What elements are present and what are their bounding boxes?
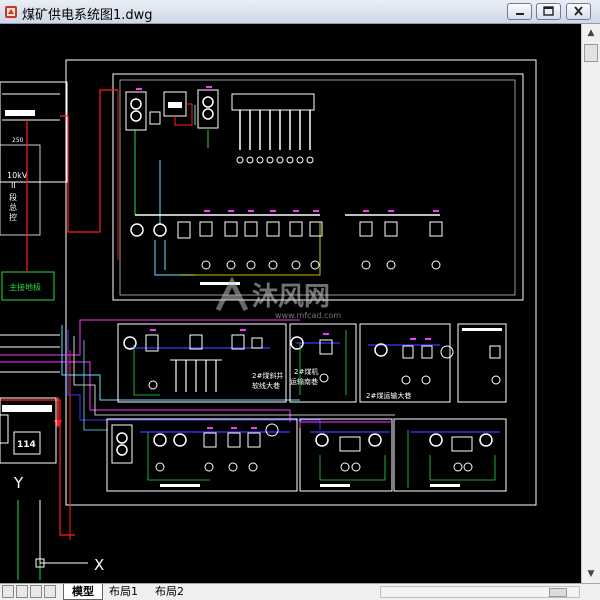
- prev-tab-nav-icon[interactable]: [16, 585, 28, 598]
- minimize-icon: [516, 13, 524, 15]
- ucs-x-label: X: [94, 556, 104, 574]
- feeder-lines: [239, 110, 311, 150]
- restore-icon: [543, 6, 554, 16]
- layout-tab-bar: 模型 布局1 布局2: [0, 583, 600, 600]
- mid-center-caption-1: 2#煤机: [294, 367, 318, 376]
- panel-frame-lower: [0, 144, 41, 236]
- section-char-2: 总: [9, 202, 17, 212]
- top-inner-frame: [119, 79, 516, 296]
- scroll-up-icon[interactable]: ▲: [582, 24, 600, 42]
- switchgear-row-1: [130, 221, 443, 239]
- restore-button[interactable]: [536, 3, 561, 20]
- mid-center-caption-2: 运输南巷: [290, 377, 318, 386]
- watermark: 沐风网 www.mfcad.com: [215, 276, 341, 320]
- mid-left-caption-1: 2#煤斜井: [252, 371, 283, 380]
- ucs-icon: Y X: [13, 474, 104, 574]
- feeder-loads: [236, 156, 314, 164]
- dwg-file-icon: [5, 6, 17, 18]
- tab-layout2[interactable]: 布局2: [151, 584, 201, 600]
- busbar-top: [231, 93, 315, 111]
- first-tab-nav-icon[interactable]: [2, 585, 14, 598]
- section-char-1: 段: [9, 192, 17, 202]
- watermark-url: www.mfcad.com: [275, 311, 341, 320]
- title-bar: 煤矿供电系统图1.dwg: [0, 0, 600, 24]
- section-char-3: 控: [9, 212, 17, 222]
- mid-far-right-section: [457, 323, 507, 403]
- watermark-text: 沐风网: [252, 282, 330, 312]
- close-icon: [574, 6, 583, 16]
- green-box-label: 主接地极: [9, 282, 41, 292]
- vertical-scroll-thumb[interactable]: [584, 44, 598, 62]
- close-button[interactable]: [566, 3, 591, 20]
- tab-layout1[interactable]: 布局1: [105, 584, 155, 600]
- motor-row-1: [201, 260, 441, 270]
- next-tab-nav-icon[interactable]: [30, 585, 42, 598]
- mid-right-section: [359, 323, 451, 403]
- ucs-y-label: Y: [13, 474, 24, 492]
- horizontal-scrollbar[interactable]: [380, 586, 580, 598]
- counter-value: 114: [17, 440, 36, 450]
- mid-left-caption-2: 软线大巷: [252, 381, 280, 390]
- panel-text-250: 250: [12, 137, 24, 144]
- horizontal-scroll-thumb[interactable]: [549, 588, 567, 597]
- tab-model[interactable]: 模型: [63, 584, 103, 600]
- left-panel: [0, 81, 68, 183]
- scroll-down-icon[interactable]: ▼: [582, 565, 600, 583]
- vertical-scrollbar[interactable]: ▲ ▼: [581, 24, 600, 583]
- last-tab-nav-icon[interactable]: [44, 585, 56, 598]
- bus-label: II: [11, 181, 16, 190]
- voltage-label: 10kV: [7, 171, 28, 180]
- mid-right-caption: 2#煤运输大巷: [366, 391, 411, 400]
- minimize-button[interactable]: [507, 3, 532, 20]
- mid-left-feeders: [175, 360, 217, 392]
- cad-drawing: 250 10kV II 段 总 控 主接地极 114 2#煤斜井 软线大巷 2#…: [0, 59, 537, 580]
- drawing-canvas[interactable]: 250 10kV II 段 总 控 主接地极 114 2#煤斜井 软线大巷 2#…: [0, 24, 581, 583]
- window-title: 煤矿供电系统图1.dwg: [22, 8, 153, 23]
- tag-marks: [136, 86, 439, 429]
